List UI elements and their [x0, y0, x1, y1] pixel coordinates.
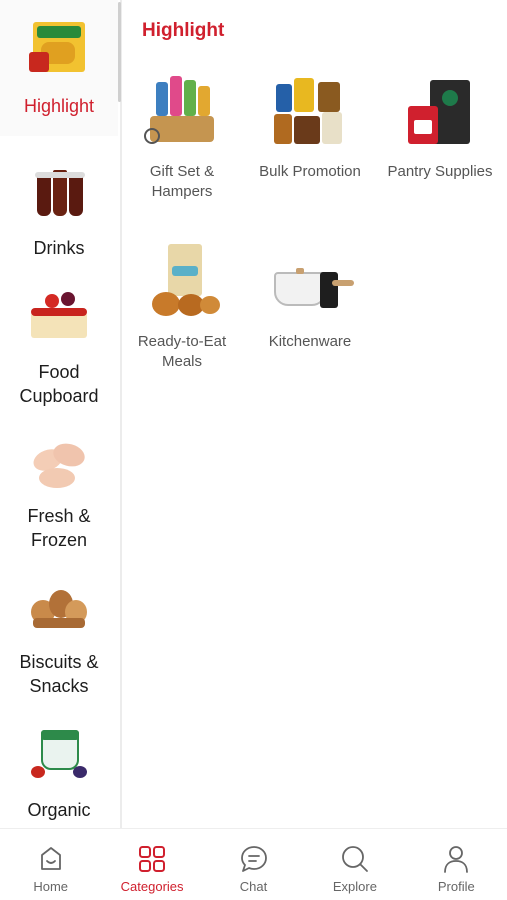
- tile-gift-set-hampers[interactable]: Gift Set & Hampers: [126, 72, 238, 202]
- nav-label: Explore: [332, 879, 377, 894]
- tile-label: Gift Set & Hampers: [149, 163, 215, 200]
- categories-grid-icon: [139, 846, 166, 872]
- hamper-basket-icon: [140, 72, 224, 150]
- nav-label: Chat: [239, 879, 268, 894]
- home-icon: [40, 847, 61, 870]
- saucepan-icon: [268, 242, 354, 320]
- sidebar-item-drinks[interactable]: Drinks: [0, 166, 118, 260]
- sidebar-item-biscuits-snacks[interactable]: Biscuits & Snacks: [0, 580, 118, 698]
- sidebar-item-fresh-frozen[interactable]: Fresh & Frozen: [0, 436, 118, 552]
- sidebar-item-label: Highlight: [23, 96, 95, 116]
- nav-label: Categories: [120, 879, 184, 894]
- nav-explore[interactable]: Explore: [304, 829, 405, 900]
- tile-ready-to-eat-meals[interactable]: Ready-to-Eat Meals: [126, 242, 238, 372]
- sidebar-item-highlight[interactable]: Highlight: [0, 0, 118, 136]
- sidebar-item-label: Drinks: [33, 238, 85, 258]
- sidebar-item-food-cupboard[interactable]: Food Cupboard: [0, 288, 118, 408]
- sidebar-item-label: Organic: [27, 800, 91, 820]
- yogurt-tub-icon: [27, 726, 91, 784]
- tile-label: Pantry Supplies: [387, 163, 493, 180]
- pasta-pack-icon: [27, 18, 91, 76]
- sidebar-divider: [120, 0, 122, 828]
- section-title: Highlight: [142, 20, 225, 41]
- search-icon: [342, 846, 368, 872]
- sidebar-item-organic[interactable]: Organic: [0, 726, 118, 822]
- nav-label: Profile: [437, 879, 475, 894]
- nav-categories[interactable]: Categories: [101, 829, 202, 900]
- chicken-drumsticks-icon: [27, 436, 91, 494]
- nav-chat[interactable]: Chat: [203, 829, 304, 900]
- chat-bubble-icon: [240, 846, 267, 872]
- person-icon: [444, 846, 469, 873]
- bread-basket-icon: [27, 580, 91, 638]
- tile-kitchenware[interactable]: Kitchenware: [254, 242, 366, 352]
- nav-profile[interactable]: Profile: [406, 829, 507, 900]
- tile-label: Bulk Promotion: [259, 163, 361, 180]
- soda-glasses-icon: [27, 166, 91, 224]
- category-sidebar: Highlight Drinks Food Cupboard Fresh & F…: [0, 0, 120, 828]
- sidebar-item-label: Biscuits & Snacks: [19, 652, 99, 696]
- tile-label: Kitchenware: [268, 333, 352, 350]
- sidebar-item-label: Food Cupboard: [19, 362, 99, 406]
- tile-bulk-promotion[interactable]: Bulk Promotion: [254, 72, 366, 182]
- grocery-bundle-icon: [268, 72, 352, 150]
- tile-pantry-supplies[interactable]: Pantry Supplies: [384, 72, 496, 182]
- cake-icon: [27, 288, 91, 346]
- nav-label: Home: [33, 879, 69, 894]
- tile-label: Ready-to-Eat Meals: [137, 333, 227, 370]
- nav-home[interactable]: Home: [0, 829, 101, 900]
- sidebar-scrollbar[interactable]: [118, 2, 121, 102]
- bread-pack-icon: [140, 242, 224, 320]
- bottom-nav: Home Categories Chat Explore Profile: [0, 828, 507, 900]
- coffee-pack-icon: [398, 72, 482, 150]
- sidebar-item-label: Fresh & Frozen: [27, 506, 91, 550]
